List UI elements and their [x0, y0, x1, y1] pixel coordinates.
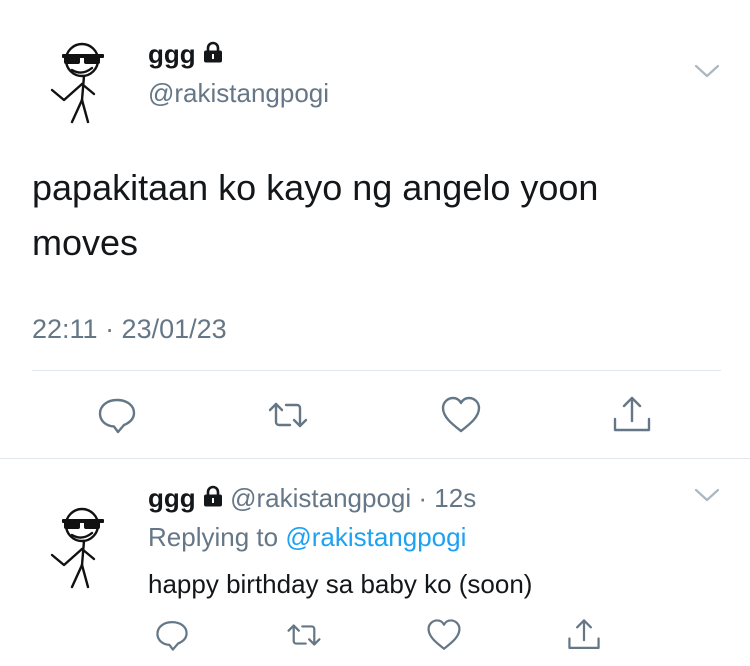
avatar[interactable] [44, 40, 120, 130]
divider [0, 458, 750, 459]
lock-icon [203, 485, 222, 507]
handle[interactable]: @rakistangpogi [230, 483, 411, 513]
retweet-icon[interactable] [286, 617, 322, 653]
timestamp[interactable]: 22:11 · 23/01/23 [32, 312, 227, 346]
divider [32, 370, 721, 371]
chevron-down-icon[interactable] [694, 486, 720, 504]
replying-prefix: Replying to [148, 522, 286, 552]
tweet-text: papakitaan ko kayo ng angelo yoon moves [32, 167, 599, 263]
heart-icon[interactable] [426, 617, 462, 653]
share-icon[interactable] [611, 394, 653, 436]
chevron-down-icon[interactable] [694, 62, 720, 80]
retweet-icon[interactable] [267, 394, 309, 436]
replying-to: Replying to @rakistangpogi [148, 520, 466, 554]
reply-text: happy birthday sa baby ko (soon) [148, 569, 533, 599]
reply-header: ggg @rakistangpogi · 12s [148, 482, 476, 514]
avatar[interactable] [44, 505, 120, 595]
heart-icon[interactable] [440, 394, 482, 436]
reply-icon[interactable] [154, 617, 190, 653]
separator: · [411, 483, 435, 513]
lock-icon [203, 41, 222, 63]
handle[interactable]: @rakistangpogi [148, 77, 329, 109]
share-icon[interactable] [566, 617, 602, 653]
display-name[interactable]: ggg [148, 39, 223, 69]
replying-handle-link[interactable]: @rakistangpogi [285, 522, 466, 552]
reply-icon[interactable] [96, 394, 138, 436]
display-name[interactable]: ggg [148, 483, 196, 513]
time-ago[interactable]: 12s [434, 483, 476, 513]
